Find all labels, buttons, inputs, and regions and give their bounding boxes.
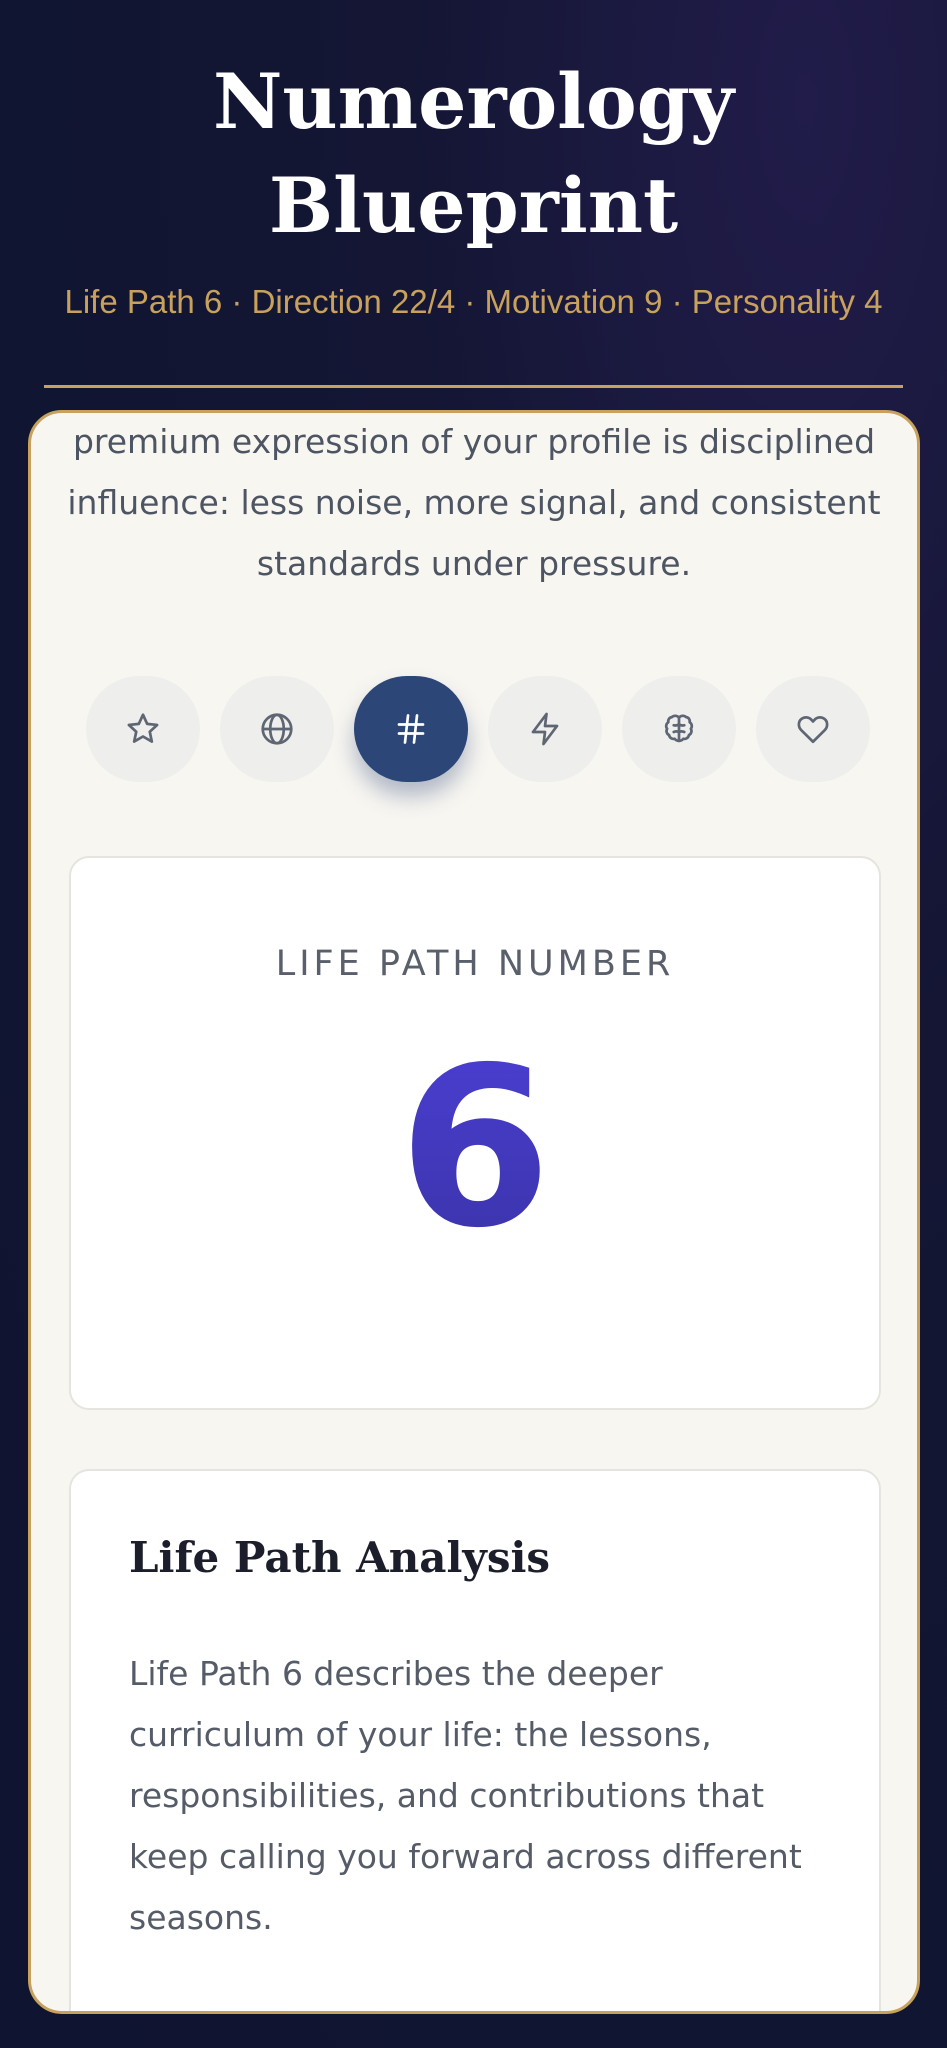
- globe-icon: [261, 713, 293, 745]
- section-tabs: [86, 676, 870, 782]
- tab-mind[interactable]: [622, 676, 736, 782]
- page-subtitle: Life Path 6 · Direction 22/4 · Motivatio…: [64, 283, 883, 320]
- life-path-analysis-card: Life Path Analysis Life Path 6 describes…: [69, 1469, 881, 2011]
- life-path-number-label: LIFE PATH NUMBER: [275, 944, 675, 984]
- star-icon: [127, 713, 159, 743]
- lightning-icon: [531, 712, 559, 746]
- brain-icon: [664, 714, 694, 743]
- tab-heart[interactable]: [756, 676, 870, 782]
- tab-globe[interactable]: [220, 676, 334, 782]
- tab-energy[interactable]: [488, 676, 602, 782]
- page-header: Numerology Blueprint Life Path 6 · Direc…: [0, 0, 947, 390]
- tab-numbers[interactable]: [354, 676, 468, 782]
- life-path-number-value: 6: [71, 1028, 879, 1268]
- tab-star[interactable]: [86, 676, 200, 782]
- analysis-body: Life Path 6 describes the deeper curricu…: [129, 1654, 802, 1937]
- hash-icon: [397, 714, 425, 744]
- page-title: Numerology Blueprint: [212, 57, 735, 250]
- header-divider: [44, 385, 903, 388]
- intro-text: premium expression of your profile is di…: [67, 422, 881, 583]
- life-path-number-card: LIFE PATH NUMBER 6: [69, 856, 881, 1410]
- analysis-heading: Life Path Analysis: [129, 1533, 551, 1582]
- heart-icon: [797, 716, 829, 744]
- content-panel[interactable]: premium expression of your profile is di…: [28, 410, 920, 2014]
